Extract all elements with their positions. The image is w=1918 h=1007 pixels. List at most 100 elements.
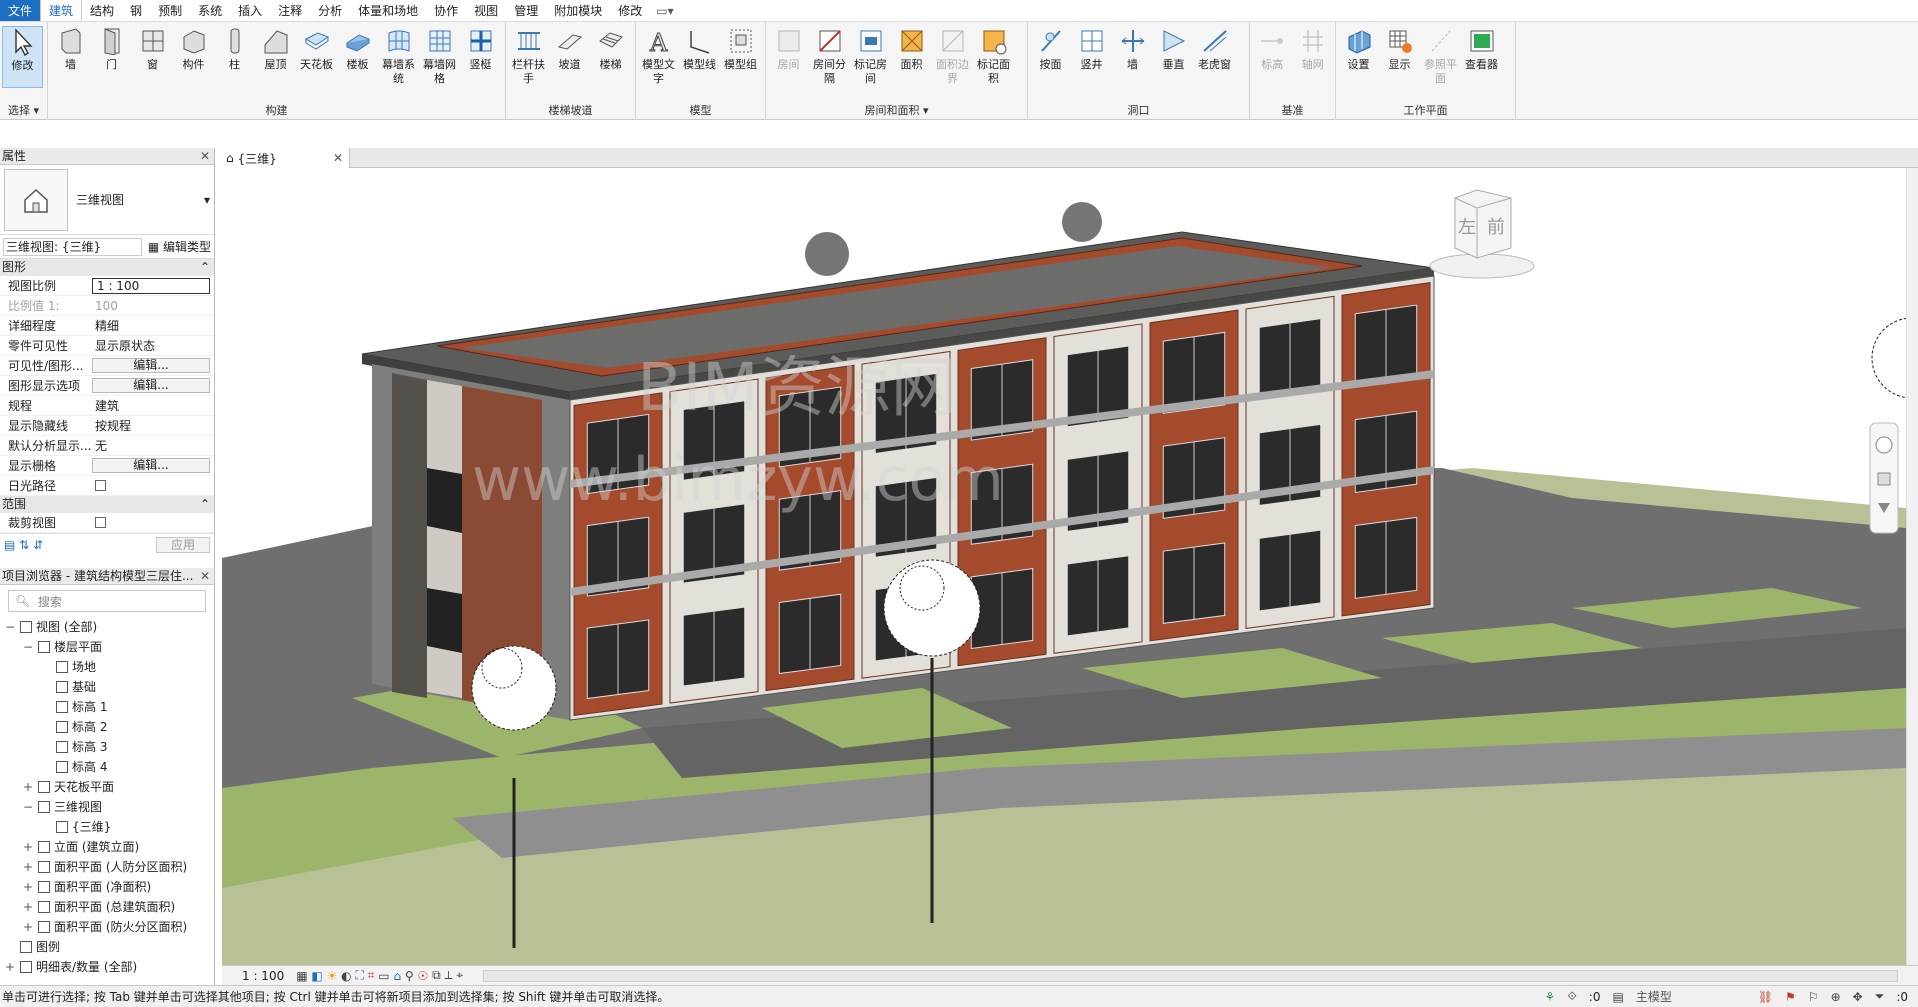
prop-value[interactable]: 100 [92,296,214,315]
crop-view-icon[interactable]: ⌗ [368,968,375,983]
view-instance-select[interactable]: 三维视图: {三维} [3,237,142,256]
expand-icon[interactable]: + [22,837,34,857]
detail-level-icon[interactable]: ▦ [296,969,307,983]
filter-icon[interactable]: ⏷ [1875,989,1885,1004]
expand-icon[interactable]: + [22,777,34,797]
crop-checkbox[interactable] [95,517,106,528]
expand-icon[interactable]: + [4,957,16,977]
expand-icon[interactable]: + [22,917,34,937]
tree-node[interactable]: 标高 4 [0,757,214,777]
tree-node[interactable]: {三维} [0,817,214,837]
tree-node[interactable]: 标高 2 [0,717,214,737]
tab-view[interactable]: 视图 [466,0,506,21]
view-scale[interactable]: 1 : 100 [222,969,296,983]
browser-search-input[interactable]: 🔍︎ 搜索 [8,590,206,612]
highlight-displacement-icon[interactable]: ⌖ [456,968,463,983]
tab-structure[interactable]: 结构 [82,0,122,21]
temporary-view-icon[interactable]: ⧉ [432,968,441,983]
tab-modify[interactable]: 修改 [610,0,650,21]
tab-annotate[interactable]: 注释 [270,0,310,21]
sun-path-icon[interactable]: ☀ [327,969,338,983]
tab-precast[interactable]: 预制 [150,0,190,21]
tree-node[interactable]: − 视图 (全部) [0,617,214,637]
prop-value[interactable]: 按规程 [92,416,214,435]
tree-node[interactable]: + 天花板平面 [0,777,214,797]
collapse-icon[interactable]: − [4,617,16,637]
hide-isolate-icon[interactable]: ⚲ [405,969,414,983]
select-links-icon[interactable]: ⛓ [1758,990,1773,1004]
lock-view-icon[interactable]: ⌂ [393,969,401,983]
group-label-select[interactable]: 选择 ▾ [0,102,47,118]
modify-button[interactable]: 修改 [2,26,43,88]
drag-on-select-icon[interactable]: ✥ [1853,990,1863,1004]
viewcube-front-face[interactable]: 前 [1487,217,1505,238]
select-underlay-icon[interactable]: ⚑ [1785,990,1796,1004]
edit-button[interactable]: 编辑... [92,378,210,393]
show-crop-icon[interactable]: ▭ [378,969,389,983]
ribbon-minimize-icon[interactable]: ▭▾ [650,0,679,21]
tab-systems[interactable]: 系统 [190,0,230,21]
chevron-down-icon[interactable]: ▾ [204,193,210,207]
tab-steel[interactable]: 钢 [122,0,150,21]
group-label-room-area[interactable]: 房间和面积 ▾ [766,102,1027,118]
tree-node[interactable]: + 面积平面 (防火分区面积) [0,917,214,937]
model-selector[interactable]: 主模型 [1636,988,1746,1005]
tree-node[interactable]: 场地 [0,657,214,677]
tab-3d-view[interactable]: ⌂ {三维} ✕ [222,148,350,168]
worksets-icon[interactable]: ⚘ [1545,990,1556,1004]
reveal-hidden-icon[interactable]: ☉ [418,969,429,983]
navigation-bar[interactable] [1869,422,1899,534]
tab-architecture[interactable]: 建筑 [40,0,83,21]
editable-only-icon[interactable]: ▤ [1612,990,1623,1004]
close-icon[interactable]: ✕ [200,148,214,164]
tree-node[interactable]: + 立面 (建筑立面) [0,837,214,857]
sun-path-checkbox[interactable] [95,480,106,491]
edit-button[interactable]: 编辑... [92,458,210,473]
vertical-scrollbar[interactable] [1906,168,1918,965]
tree-node[interactable]: 基础 [0,677,214,697]
prop-value[interactable]: 精细 [92,316,214,335]
view-cube[interactable]: 左 前 [1429,189,1535,279]
select-pinned-icon[interactable]: ⚐ [1808,990,1819,1004]
tab-addins[interactable]: 附加模块 [546,0,610,21]
prop-value[interactable]: 显示原状态 [92,336,214,355]
tab-massing-site[interactable]: 体量和场地 [350,0,426,21]
select-by-face-icon[interactable]: ⊕ [1831,990,1841,1004]
tree-node[interactable]: + 明细表/数量 (全部) [0,957,214,977]
expand-icon[interactable]: + [22,897,34,917]
expand-icon[interactable]: + [22,857,34,877]
prop-value[interactable]: 无 [92,436,214,455]
design-options-icon[interactable]: ⟐ [1567,989,1576,1004]
collapse-icon[interactable]: − [22,637,34,657]
tree-node[interactable]: + 面积平面 (人防分区面积) [0,857,214,877]
3d-viewport[interactable]: BIM资源网 www.bimzyw.com 左 前 [222,168,1906,965]
visual-style-icon[interactable]: ◧ [311,969,322,983]
close-icon[interactable]: ✕ [200,568,214,584]
tree-node[interactable]: + 面积平面 (总建筑面积) [0,897,214,917]
tree-node[interactable]: 标高 1 [0,697,214,717]
edit-type-button[interactable]: ▦ 编辑类型 [148,238,211,255]
tree-node[interactable]: + 面积平面 (净面积) [0,877,214,897]
tree-node[interactable]: 图例 [0,937,214,957]
tab-analyze[interactable]: 分析 [310,0,350,21]
type-selector[interactable]: 三维视图 ▾ [0,165,214,235]
close-icon[interactable]: ✕ [333,151,343,165]
shadows-icon[interactable]: ◐ [341,969,351,983]
tree-node[interactable]: − 三维视图 [0,797,214,817]
analytical-model-icon[interactable]: ⟂ [445,968,453,983]
prop-value[interactable]: 建筑 [92,396,214,415]
section-graphics[interactable]: 图形 ⌃ [0,259,214,276]
apply-button[interactable]: 应用 [155,536,210,553]
tree-node[interactable]: 标高 3 [0,737,214,757]
section-extents[interactable]: 范围 ⌃ [0,496,214,513]
tab-manage[interactable]: 管理 [506,0,546,21]
viewcube-left-face[interactable]: 左 [1458,217,1476,238]
tab-collaborate[interactable]: 协作 [426,0,466,21]
collapse-icon[interactable]: − [22,797,34,817]
tree-node[interactable]: − 楼层平面 [0,637,214,657]
horizontal-scrollbar[interactable] [483,969,1898,982]
property-filter-icons[interactable]: ▤ ⇅ ⇵ [4,538,43,552]
tab-insert[interactable]: 插入 [230,0,270,21]
view-scale-field[interactable]: 1 : 100 [92,278,210,294]
render-icon[interactable]: ⛶ [355,968,363,983]
